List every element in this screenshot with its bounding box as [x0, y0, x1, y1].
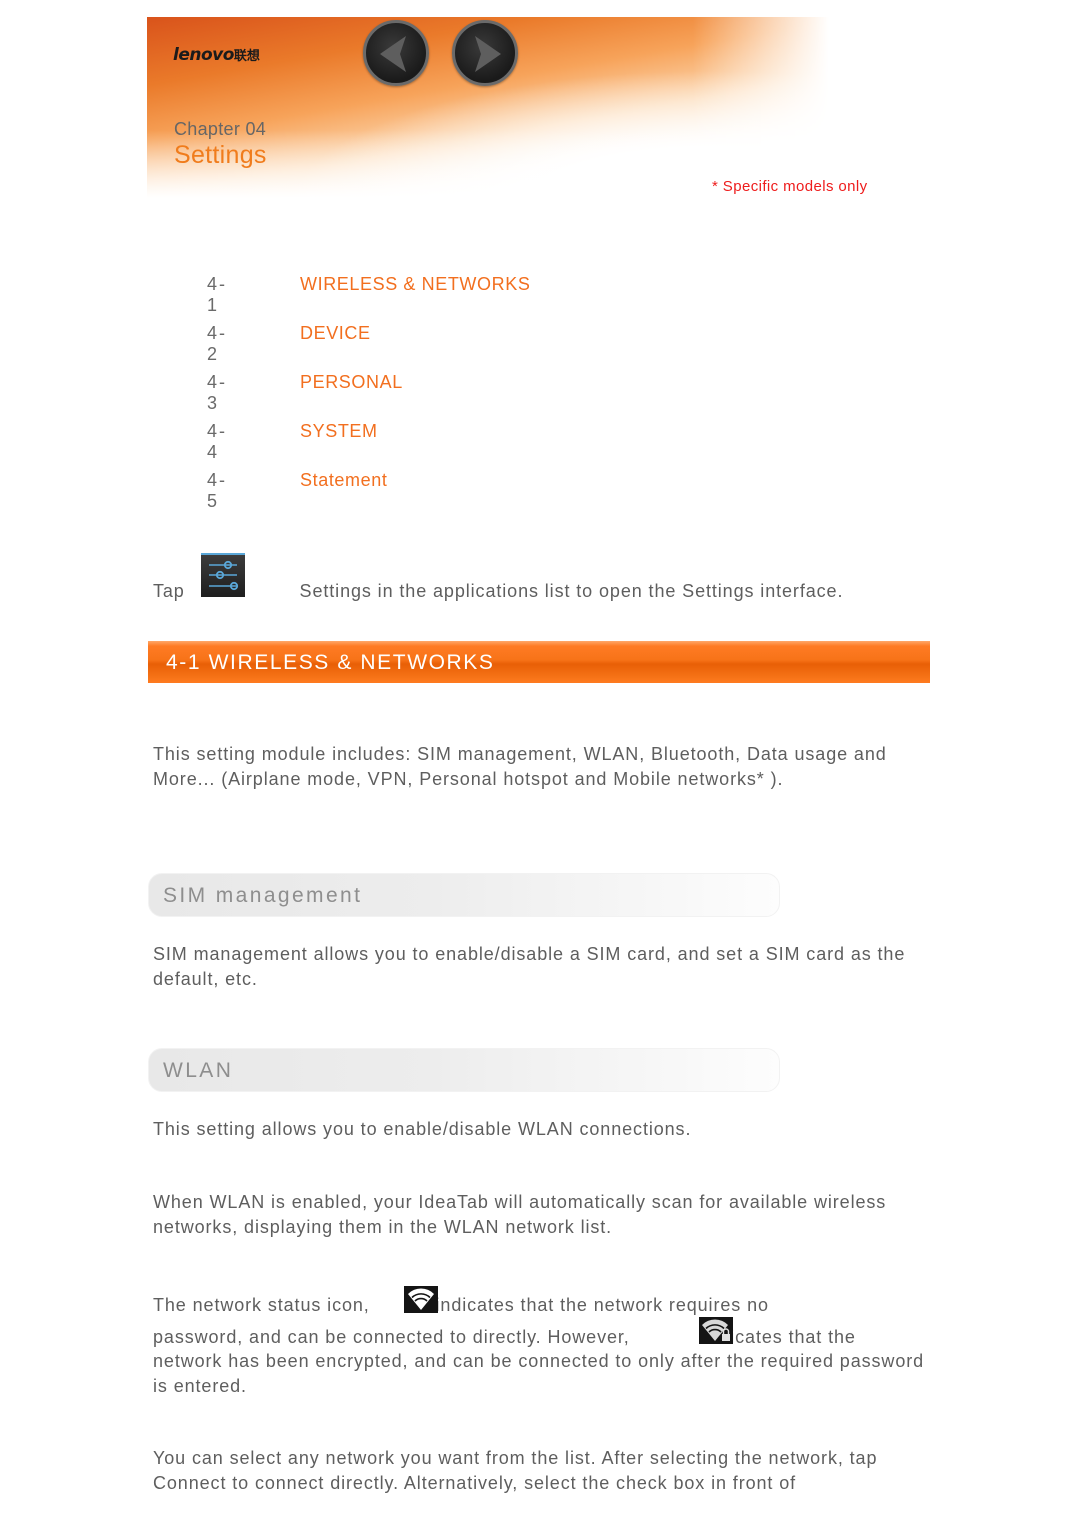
toc-number: 4-1 [207, 274, 228, 315]
wifi-locked-icon [699, 1317, 733, 1344]
intro-tap: Tap [153, 581, 185, 601]
intro-instruction: Settings in the applications list to ope… [299, 581, 844, 601]
subsection-title: WLAN [163, 1059, 234, 1082]
brand-name: lenovo [173, 45, 234, 65]
subsection-title: SIM management [163, 884, 363, 907]
next-page-button[interactable] [452, 20, 518, 86]
toc-number: 4-5 [207, 470, 228, 511]
specific-models-note: * Specific models only [712, 178, 868, 195]
toc-link-statement[interactable]: Statement [300, 470, 387, 491]
icon-para-text: The network status icon, [153, 1295, 370, 1315]
network-icon-line-1: The network status icon, indicates that … [153, 1293, 928, 1318]
brand-name-cn: 联想 [233, 49, 260, 64]
sim-management-description: SIM management allows you to enable/disa… [153, 944, 906, 989]
chevron-right-icon [475, 36, 501, 72]
chevron-left-icon [380, 36, 406, 72]
toc-number: 4-3 [207, 372, 228, 413]
wifi-open-icon [404, 1286, 438, 1313]
chapter-title: Settings [174, 141, 267, 169]
settings-app-icon [201, 553, 245, 597]
section-description: This setting module includes: SIM manage… [153, 744, 887, 789]
chapter-label: Chapter 04 [174, 119, 267, 139]
toc-link-device[interactable]: DEVICE [300, 323, 371, 344]
previous-page-button[interactable] [363, 20, 429, 86]
icon-para-text: indicates that the network requires no [435, 1295, 769, 1315]
section-header-wireless-networks: 4-1 WIRELESS & NETWORKS [148, 641, 930, 683]
subsection-header-wlan: WLAN [148, 1048, 780, 1092]
subsection-header-sim-management: SIM management [148, 873, 780, 917]
intro-text: Tap Settings in the applications list to… [153, 579, 928, 604]
toc-link-system[interactable]: SYSTEM [300, 421, 378, 442]
wlan-scan-description: When WLAN is enabled, your IdeaTab will … [153, 1192, 887, 1237]
toc-number: 4-2 [207, 323, 228, 364]
icon-para-text: password, and can be connected to direct… [153, 1327, 630, 1347]
toc-link-personal[interactable]: PERSONAL [300, 372, 403, 393]
toc-link-wireless-networks[interactable]: WIRELESS & NETWORKS [300, 274, 530, 295]
toc-number: 4-4 [207, 421, 228, 462]
network-icon-line-3: network has been encrypted, and can be c… [153, 1351, 925, 1396]
network-icon-line-2: password, and can be connected to direct… [153, 1325, 928, 1350]
wlan-toggle-description: This setting allows you to enable/disabl… [153, 1119, 692, 1139]
section-title: 4-1 WIRELESS & NETWORKS [166, 651, 495, 674]
network-select-description: You can select any network you want from… [153, 1448, 878, 1493]
lenovo-logo: lenovo联想 [173, 45, 260, 65]
